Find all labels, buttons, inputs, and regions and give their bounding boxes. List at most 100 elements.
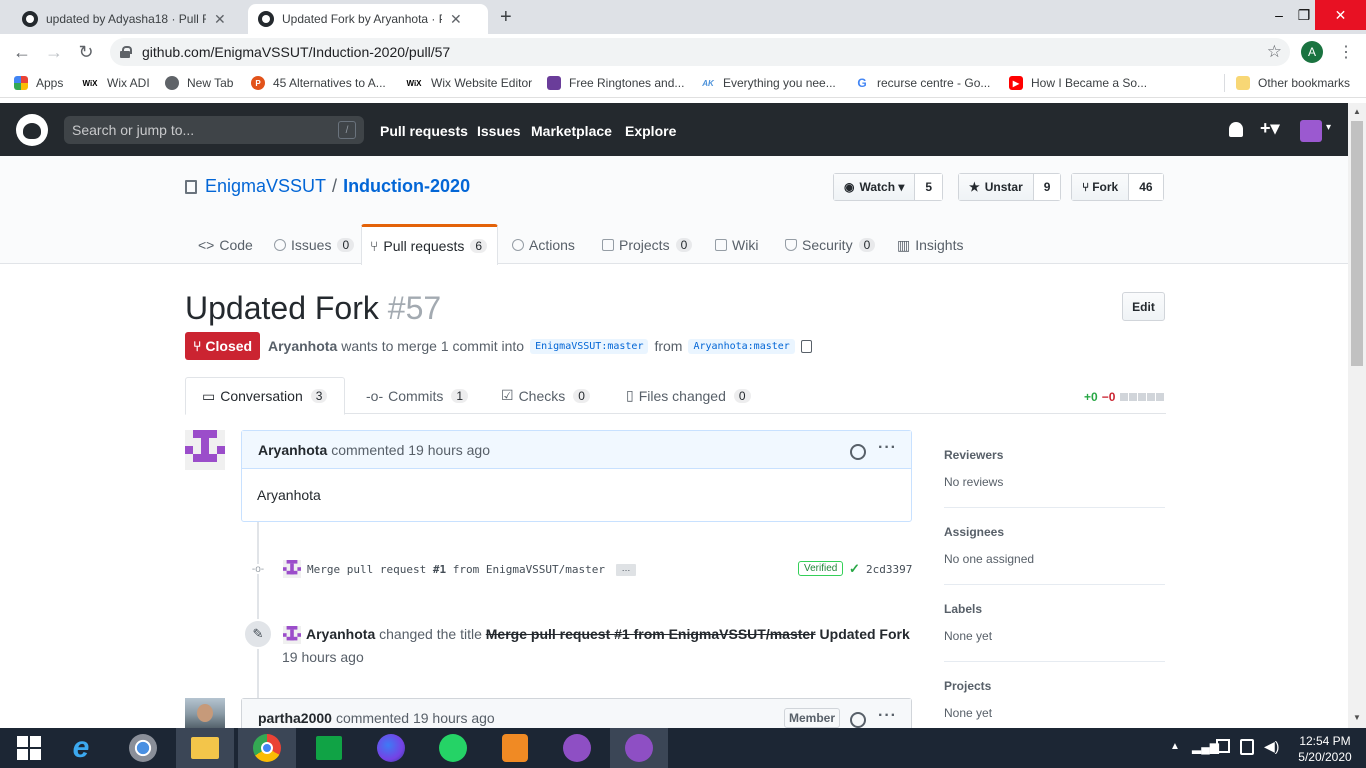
address-bar[interactable]: github.com/EnigmaVSSUT/Induction-2020/pu… (110, 38, 1290, 66)
scroll-down-arrow-icon[interactable]: ▼ (1353, 713, 1361, 722)
forward-arrow-icon[interactable]: → (42, 40, 66, 64)
wifi-signal-icon[interactable]: ▂▄▆ (1192, 740, 1219, 754)
tab-wiki[interactable]: Wiki (707, 226, 766, 264)
close-tab-icon[interactable]: ✕ (450, 11, 462, 28)
other-bookmarks[interactable]: Other bookmarks (1236, 76, 1350, 90)
head-branch[interactable]: Aryanhota:master (688, 338, 795, 354)
github-desktop-icon[interactable] (610, 728, 668, 768)
tab-actions[interactable]: Actions (504, 226, 583, 264)
sidebar-heading[interactable]: Assignees (944, 525, 1165, 539)
bookmark-recurse[interactable]: G recurse centre - Go... (855, 76, 990, 90)
new-tab-button[interactable]: + (500, 6, 512, 29)
comment-timestamp[interactable]: commented 19 hours ago (331, 442, 490, 458)
repo-name-link[interactable]: Induction-2020 (343, 176, 470, 197)
tab-issues[interactable]: Issues 0 (266, 226, 362, 264)
watch-button[interactable]: ◉ Watch ▾ (834, 174, 916, 200)
tab-files-changed[interactable]: ▯ Files changed 0 (610, 377, 767, 414)
comment-author-link[interactable]: Aryanhota (258, 442, 327, 458)
chrome-icon[interactable] (238, 728, 296, 768)
commit-author-avatar[interactable] (283, 560, 301, 578)
tab-security[interactable]: Security 0 (777, 226, 883, 264)
bookmark-star-icon[interactable]: ☆ (1267, 42, 1282, 62)
internet-explorer-icon[interactable]: e (52, 728, 110, 768)
unstar-button[interactable]: ★ Unstar (959, 174, 1034, 200)
sidebar-heading[interactable]: Labels (944, 602, 1165, 616)
more-options-icon[interactable]: ··· (878, 707, 897, 725)
sidebar-heading[interactable]: Reviewers (944, 448, 1165, 462)
tab-code[interactable]: <> Code (190, 226, 261, 264)
edit-title-button[interactable]: Edit (1122, 292, 1165, 321)
comment-author-link[interactable]: partha2000 (258, 710, 332, 726)
tab-checks[interactable]: ☑ Checks 0 (485, 377, 606, 414)
bookmark-alternatives[interactable]: P 45 Alternatives to A... (251, 76, 386, 90)
network-warning-icon[interactable] (1216, 739, 1230, 753)
windows-start-icon[interactable] (0, 728, 58, 768)
commit-sha-link[interactable]: 2cd3397 (866, 563, 912, 576)
watch-count[interactable]: 5 (915, 174, 943, 200)
bookmark-ringtones[interactable]: Free Ringtones and... (547, 76, 684, 90)
base-branch[interactable]: EnigmaVSSUT:master (530, 338, 649, 354)
firefox-icon[interactable] (362, 728, 420, 768)
create-new-dropdown[interactable]: +▾ (1260, 118, 1280, 139)
nav-pull-requests[interactable]: Pull requests (380, 123, 468, 139)
tab-pull-requests[interactable]: ⑂ Pull requests 6 (361, 224, 498, 265)
rename-author-avatar[interactable] (283, 626, 301, 644)
chrome-menu-icon[interactable]: ⋮ (1334, 40, 1358, 64)
github-desktop-icon[interactable] (548, 728, 606, 768)
tab-commits[interactable]: -o- Commits 1 (350, 377, 484, 414)
fork-button[interactable]: ⑂ Fork (1072, 174, 1130, 200)
tab-conversation[interactable]: ▭ Conversation 3 (185, 377, 345, 415)
expand-commit-button[interactable]: … (616, 564, 636, 576)
user-menu-caret-icon[interactable]: ▾ (1326, 122, 1331, 133)
emoji-reaction-icon[interactable] (850, 712, 866, 728)
store-icon[interactable] (300, 728, 358, 768)
nav-marketplace[interactable]: Marketplace (531, 123, 612, 139)
rename-author-link[interactable]: Aryanhota (306, 626, 375, 642)
scroll-thumb[interactable] (1351, 121, 1363, 366)
fork-count[interactable]: 46 (1129, 174, 1163, 200)
repo-owner-link[interactable]: EnigmaVSSUT (205, 176, 326, 197)
bookmark-wix-adi[interactable]: WiX Wix ADI (81, 76, 149, 90)
bookmark-new-tab[interactable]: New Tab (165, 76, 233, 90)
bookmark-how-i-became[interactable]: ▶ How I Became a So... (1009, 76, 1147, 90)
tab-insights[interactable]: ▥ Insights (889, 226, 971, 264)
show-hidden-icons-caret[interactable]: ▲ (1170, 741, 1180, 752)
verified-badge[interactable]: Verified (798, 561, 844, 576)
pr-author-link[interactable]: Aryanhota (268, 338, 337, 354)
emoji-reaction-icon[interactable] (850, 444, 866, 460)
search-input[interactable]: Search or jump to... / (64, 116, 364, 144)
browser-tab-inactive[interactable]: updated by Adyasha18 · Pull Requ ✕ (12, 4, 244, 34)
back-arrow-icon[interactable]: ← (10, 40, 34, 64)
notifications-bell-icon[interactable] (1229, 122, 1243, 137)
github-logo-icon[interactable] (16, 114, 48, 146)
scroll-up-arrow-icon[interactable]: ▲ (1353, 107, 1361, 116)
close-window-button[interactable]: ✕ (1315, 0, 1366, 30)
check-icon[interactable]: ✓ (849, 561, 860, 577)
profile-avatar[interactable]: A (1301, 41, 1323, 63)
file-explorer-icon[interactable] (176, 728, 234, 768)
volume-icon[interactable]: ◀) (1264, 738, 1279, 755)
nav-issues[interactable]: Issues (477, 123, 521, 139)
bookmark-apps[interactable]: Apps (14, 76, 63, 90)
comment-timestamp[interactable]: commented 19 hours ago (336, 710, 495, 726)
page-scrollbar[interactable]: ▲ ▼ (1348, 103, 1366, 728)
chrome-icon[interactable] (114, 728, 172, 768)
user-avatar-icon[interactable] (1300, 120, 1322, 142)
more-options-icon[interactable]: ··· (878, 439, 897, 457)
nav-explore[interactable]: Explore (625, 123, 676, 139)
rename-timestamp[interactable]: 19 hours ago (282, 649, 364, 665)
whatsapp-icon[interactable] (424, 728, 482, 768)
clipboard-copy-icon[interactable] (800, 339, 812, 353)
avatar[interactable] (185, 430, 225, 470)
commit-message[interactable]: Merge pull request #1 from EnigmaVSSUT/m… (307, 563, 605, 576)
close-tab-icon[interactable]: ✕ (214, 11, 226, 28)
system-clock[interactable]: 12:54 PM 5/20/2020 (1290, 733, 1360, 765)
browser-tab-active[interactable]: Updated Fork by Aryanhota · Pull ✕ (248, 4, 488, 34)
sidebar-heading[interactable]: Projects (944, 679, 1165, 693)
tab-projects[interactable]: Projects 0 (594, 226, 700, 264)
battery-icon[interactable] (1240, 739, 1254, 755)
commit-issue-ref[interactable]: #1 (433, 563, 446, 576)
bookmark-wix-editor[interactable]: WiX Wix Website Editor (405, 76, 532, 90)
sublime-icon[interactable] (486, 728, 544, 768)
star-count[interactable]: 9 (1033, 174, 1061, 200)
